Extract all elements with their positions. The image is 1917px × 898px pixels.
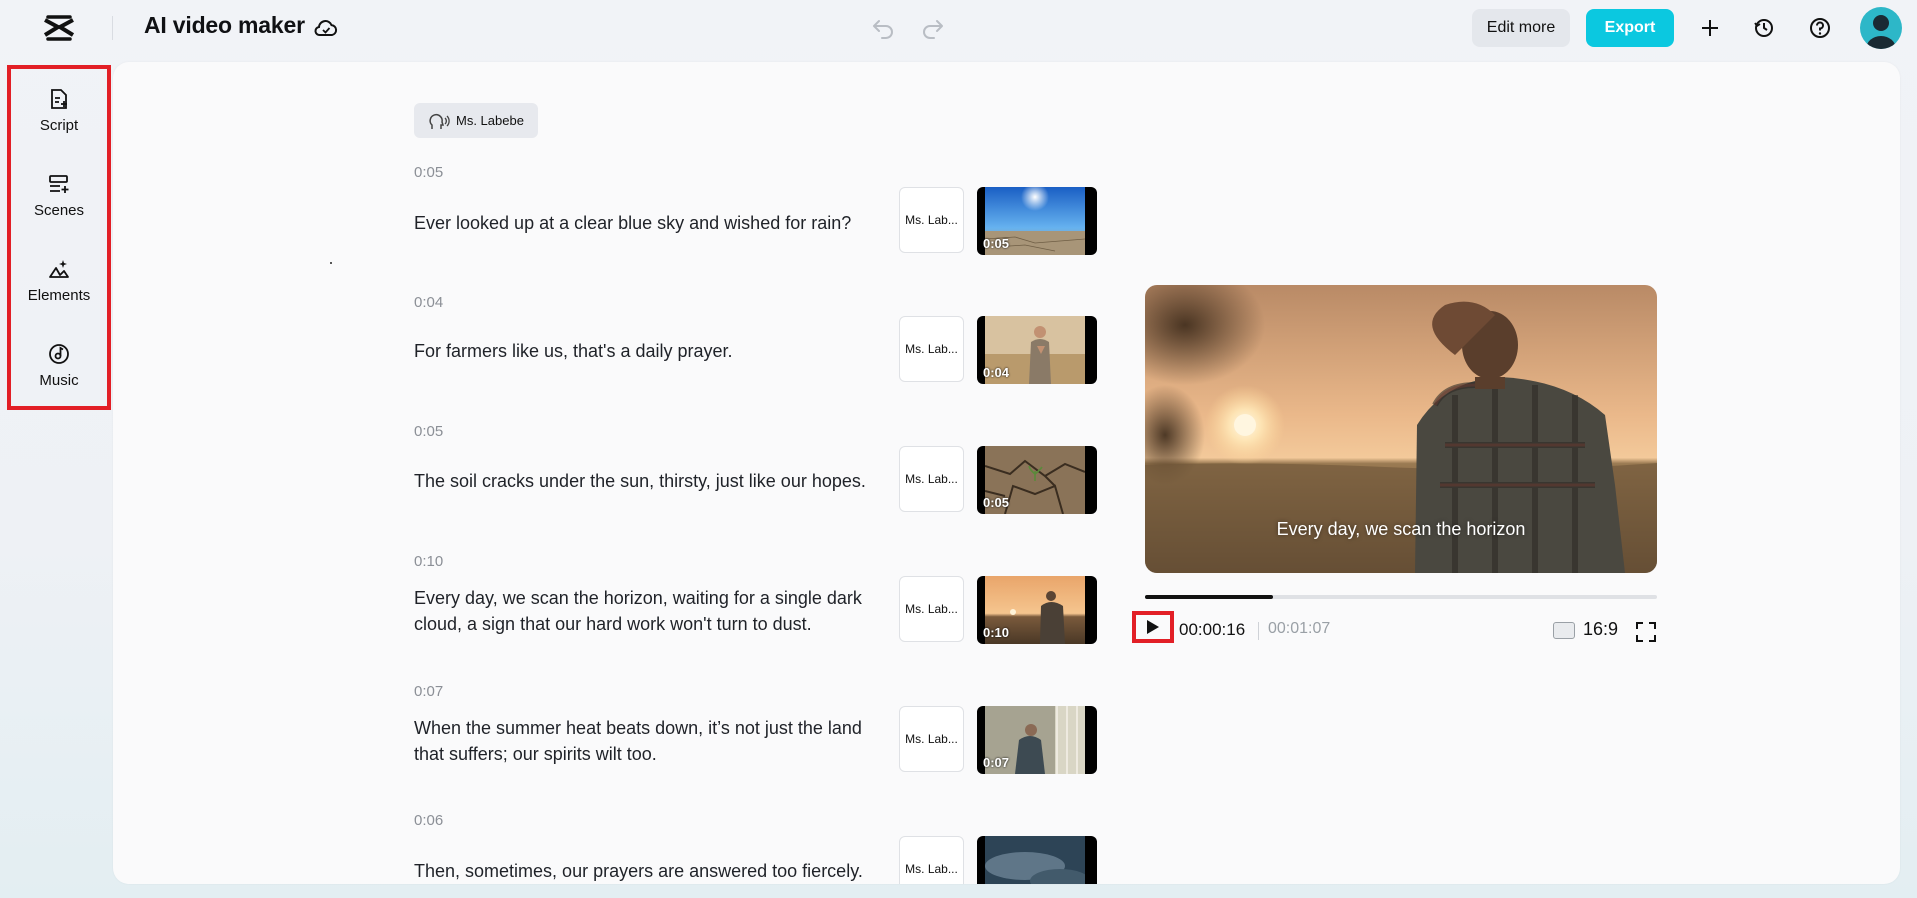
header-divider [112, 16, 113, 40]
scenes-icon [49, 175, 69, 193]
playback-progress-bar[interactable] [1145, 595, 1657, 599]
scene-thumbnail[interactable]: 0:05 [977, 187, 1097, 255]
page-title: AI video maker [144, 12, 305, 38]
current-time: 00:00:16 [1179, 620, 1246, 639]
scene-row[interactable]: 0:07 When the summer heat beats down, it… [414, 683, 1114, 774]
play-icon [1147, 620, 1159, 634]
scene-time: 0:05 [414, 423, 444, 440]
video-caption: Every day, we scan the horizon [1276, 519, 1526, 539]
voice-name: Ms. Labebe [456, 113, 524, 128]
scene-row[interactable]: 0:05 Ever looked up at a clear blue sky … [414, 164, 1114, 255]
cloud-sync-icon[interactable] [313, 16, 339, 42]
sidebar-item-label: Music [39, 372, 79, 389]
stray-dot [330, 262, 332, 264]
export-button[interactable]: Export [1586, 9, 1674, 47]
editor-panel: Ms. Labebe 0:05 Ever looked up at a clea… [113, 62, 1900, 884]
scene-duration: 0:07 [983, 755, 1010, 770]
scene-voice-button[interactable]: Ms. Lab... [899, 316, 964, 382]
scene-thumbnail[interactable]: 0:04 [977, 316, 1097, 384]
script-icon [51, 89, 67, 109]
video-preview[interactable]: Every day, we scan the horizon [1145, 285, 1657, 573]
scene-voice-button[interactable]: Ms. Lab... [899, 576, 964, 642]
scene-duration: 0:04 [983, 365, 1010, 380]
scene-duration: 0:10 [983, 625, 1010, 640]
scene-time: 0:05 [414, 164, 444, 181]
add-icon[interactable] [1696, 14, 1724, 42]
voice-selector[interactable]: Ms. Labebe [414, 103, 538, 138]
sidebar-item-music[interactable]: Music [11, 330, 107, 400]
scene-voice-button[interactable]: Ms. Lab... [899, 187, 964, 253]
redo-icon[interactable] [920, 14, 946, 40]
voice-head-icon [429, 113, 450, 129]
sidebar-item-label: Script [39, 117, 79, 134]
scene-text[interactable]: Ever looked up at a clear blue sky and w… [414, 210, 874, 236]
top-bar: AI video maker Edit more Export [0, 0, 1917, 56]
scene-voice-button[interactable]: Ms. Lab... [899, 446, 964, 512]
edit-more-button[interactable]: Edit more [1472, 9, 1570, 47]
scene-time: 0:07 [414, 683, 444, 700]
scene-time: 0:06 [414, 812, 444, 829]
scene-duration: 0:05 [983, 495, 1010, 510]
scene-thumbnail[interactable]: 0:05 [977, 446, 1097, 514]
sidebar: Script Scenes Elements Music [7, 65, 111, 410]
scene-voice-button[interactable]: Ms. Lab... [899, 836, 964, 884]
scene-time: 0:04 [414, 294, 444, 311]
avatar[interactable] [1860, 7, 1902, 49]
scene-row[interactable]: 0:06 Then, sometimes, our prayers are an… [414, 812, 1114, 884]
sidebar-item-elements[interactable]: Elements [11, 245, 107, 315]
sidebar-item-label: Scenes [33, 202, 85, 219]
sidebar-item-label: Elements [27, 287, 91, 304]
scene-thumbnail[interactable]: 0:10 [977, 576, 1097, 644]
music-icon [49, 344, 69, 364]
undo-icon[interactable] [870, 14, 896, 40]
playback-progress-fill [1145, 595, 1273, 599]
help-icon[interactable] [1806, 14, 1834, 42]
sidebar-item-script[interactable]: Script [11, 75, 107, 145]
scene-text[interactable]: Then, sometimes, our prayers are answere… [414, 858, 874, 884]
capcut-logo-icon[interactable] [42, 13, 76, 43]
aspect-ratio-label[interactable]: 16:9 [1583, 619, 1618, 640]
history-icon[interactable] [1750, 14, 1778, 42]
scene-text[interactable]: Every day, we scan the horizon, waiting … [414, 585, 874, 637]
scene-thumbnail[interactable] [977, 836, 1097, 884]
play-button[interactable] [1132, 611, 1174, 643]
scene-row[interactable]: 0:04 For farmers like us, that's a daily… [414, 294, 1114, 384]
aspect-ratio-icon[interactable] [1553, 622, 1575, 639]
scene-text[interactable]: For farmers like us, that's a daily pray… [414, 338, 874, 364]
fullscreen-icon[interactable] [1635, 621, 1657, 643]
scene-text[interactable]: When the summer heat beats down, it’s no… [414, 715, 874, 767]
scene-row[interactable]: 0:10 Every day, we scan the horizon, wai… [414, 553, 1114, 644]
scene-voice-button[interactable]: Ms. Lab... [899, 706, 964, 772]
scene-text[interactable]: The soil cracks under the sun, thirsty, … [414, 468, 874, 494]
scene-time: 0:10 [414, 553, 444, 570]
total-time: 00:01:07 [1268, 620, 1331, 637]
sidebar-item-scenes[interactable]: Scenes [11, 160, 107, 230]
elements-icon [49, 260, 69, 278]
scene-row[interactable]: 0:05 The soil cracks under the sun, thir… [414, 423, 1114, 514]
scene-thumbnail[interactable]: 0:07 [977, 706, 1097, 774]
scene-duration: 0:05 [983, 236, 1010, 251]
time-divider [1258, 622, 1259, 640]
